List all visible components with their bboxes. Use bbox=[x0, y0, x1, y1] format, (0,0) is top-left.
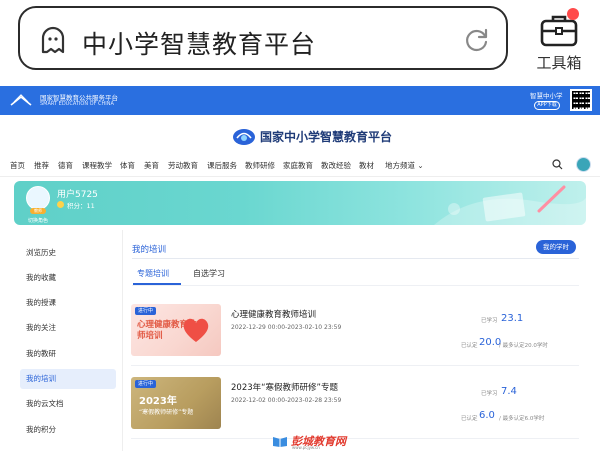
learned-label: 已学习 bbox=[481, 391, 498, 397]
sidebar: 浏览历史 我的收藏 我的授课 我的关注 我的教研 我的培训 我的云文档 我的积分 bbox=[14, 230, 122, 451]
toolbox-button[interactable]: 工具箱 bbox=[524, 8, 594, 78]
nav-item-moral[interactable]: 德育 bbox=[58, 160, 73, 171]
certified-max: / 最多认定20.0学时 bbox=[499, 343, 548, 349]
nav-item-reform[interactable]: 教改经验 bbox=[321, 160, 351, 171]
status-badge: 进行中 bbox=[135, 307, 157, 315]
toolbox-label: 工具箱 bbox=[536, 54, 582, 72]
qr-code bbox=[570, 89, 592, 111]
user-avatar[interactable] bbox=[26, 186, 50, 210]
my-hours-button[interactable]: 我的学时 bbox=[536, 240, 576, 254]
card-title[interactable]: 2023年“寒假教师研修”专题 bbox=[231, 381, 338, 393]
main-nav: 首页 推荐 德育 课程教学 体育 美育 劳动教育 课后服务 教师研修 家庭教育 … bbox=[0, 155, 600, 177]
sidebar-item-favorites[interactable]: 我的收藏 bbox=[20, 268, 116, 288]
nav-item-recommend[interactable]: 推荐 bbox=[34, 160, 49, 171]
heart-icon bbox=[183, 318, 209, 342]
browser-toolbar: 中小学智慧教育平台 工具箱 bbox=[0, 0, 600, 84]
search-bar[interactable]: 中小学智慧教育平台 bbox=[18, 6, 508, 70]
nav-item-home[interactable]: 首页 bbox=[10, 160, 25, 171]
sidebar-item-following[interactable]: 我的关注 bbox=[20, 318, 116, 338]
search-icon[interactable] bbox=[552, 159, 563, 170]
role-badge: 教师 bbox=[30, 208, 46, 214]
app-label: 智慧中小学 bbox=[530, 92, 563, 100]
training-card[interactable]: 进行中 心理健康教育教师培训 心理健康教育教师培训 2022-12-29 00:… bbox=[131, 304, 579, 366]
certified-label: 已认定 bbox=[461, 416, 478, 422]
sidebar-item-points[interactable]: 我的积分 bbox=[20, 420, 116, 440]
card-title[interactable]: 心理健康教育教师培训 bbox=[231, 308, 316, 320]
certified-hours: 20.0 bbox=[479, 337, 502, 348]
divider bbox=[132, 258, 579, 259]
nav-item-textbook[interactable]: 教材 bbox=[359, 160, 374, 171]
nav-item-art[interactable]: 美育 bbox=[144, 160, 159, 171]
banner-illustration bbox=[434, 185, 586, 225]
nav-item-teacher[interactable]: 教师研修 bbox=[245, 160, 275, 171]
card-thumbnail[interactable]: 进行中 2023年 “寒假教师研修”专题 bbox=[131, 377, 221, 429]
sidebar-item-history[interactable]: 浏览历史 bbox=[20, 243, 116, 263]
watermark-url: www.pcjyw.cn bbox=[292, 445, 320, 450]
points: 积分：11 bbox=[67, 202, 95, 210]
switch-role-link[interactable]: 切换角色 bbox=[28, 217, 48, 224]
certified-max: / 最多认定6.0学时 bbox=[499, 416, 545, 422]
thumbnail-subtext: “寒假教师研修”专题 bbox=[139, 409, 194, 416]
sidebar-item-teaching[interactable]: 我的授课 bbox=[20, 293, 116, 313]
main-content: 我的培训 我的学时 专题培训 自选学习 进行中 心理健康教育教师培训 心理健康教… bbox=[122, 230, 586, 451]
nav-item-local[interactable]: 地方频道 ⌄ bbox=[385, 160, 424, 171]
site-name-en: SMART EDUCATION OF CHINA bbox=[40, 101, 114, 107]
search-query[interactable]: 中小学智慧教育平台 bbox=[82, 25, 316, 61]
profile-banner: 教师 用户5725 积分：11 切换角色 bbox=[14, 181, 586, 225]
app-download-button[interactable]: APP下载 bbox=[534, 101, 560, 110]
card-date: 2022-12-29 00:00-2023-02-10 23:59 bbox=[231, 324, 342, 331]
tab-self-study[interactable]: 自选学习 bbox=[193, 268, 225, 279]
learned-hours: 23.1 bbox=[501, 313, 524, 324]
site-header: 国家智慧教育公共服务平台 SMART EDUCATION OF CHINA 智慧… bbox=[0, 86, 600, 115]
certified-hours: 6.0 bbox=[479, 410, 495, 421]
tab-special-training[interactable]: 专题培训 bbox=[137, 268, 169, 279]
coin-icon bbox=[57, 201, 64, 208]
book-icon bbox=[273, 437, 287, 447]
reload-icon[interactable] bbox=[464, 27, 490, 53]
certified-label: 已认定 bbox=[461, 343, 478, 349]
learned-hours: 7.4 bbox=[501, 386, 517, 397]
sidebar-item-research[interactable]: 我的教研 bbox=[20, 344, 116, 364]
avatar[interactable] bbox=[576, 157, 591, 172]
brand-logo-icon[interactable] bbox=[232, 126, 256, 146]
notification-dot bbox=[567, 8, 579, 20]
status-badge: 进行中 bbox=[135, 380, 157, 388]
nav-item-course[interactable]: 课程教学 bbox=[82, 160, 112, 171]
brand-row: 国家中小学智慧教育平台 bbox=[0, 115, 600, 155]
brand-title[interactable]: 国家中小学智慧教育平台 bbox=[260, 128, 392, 145]
sidebar-item-training[interactable]: 我的培训 bbox=[20, 369, 116, 389]
nav-item-family[interactable]: 家庭教育 bbox=[283, 160, 313, 171]
nav-item-afterschool[interactable]: 课后服务 bbox=[207, 160, 237, 171]
learned-label: 已学习 bbox=[481, 318, 498, 324]
thumbnail-text: 2023年 bbox=[139, 396, 177, 407]
site-logo-icon bbox=[10, 94, 32, 106]
page-title: 我的培训 bbox=[132, 245, 167, 255]
username: 用户5725 bbox=[57, 190, 98, 200]
card-thumbnail[interactable]: 进行中 心理健康教育教师培训 bbox=[131, 304, 221, 356]
ghost-icon bbox=[41, 26, 65, 54]
card-date: 2022-12-02 00:00-2023-02-28 23:59 bbox=[231, 397, 342, 404]
sidebar-item-cloud-docs[interactable]: 我的云文档 bbox=[20, 394, 116, 414]
nav-item-labor[interactable]: 劳动教育 bbox=[168, 160, 198, 171]
nav-item-pe[interactable]: 体育 bbox=[120, 160, 135, 171]
training-card[interactable]: 进行中 2023年 “寒假教师研修”专题 2023年“寒假教师研修”专题 202… bbox=[131, 377, 579, 439]
divider bbox=[132, 285, 579, 286]
